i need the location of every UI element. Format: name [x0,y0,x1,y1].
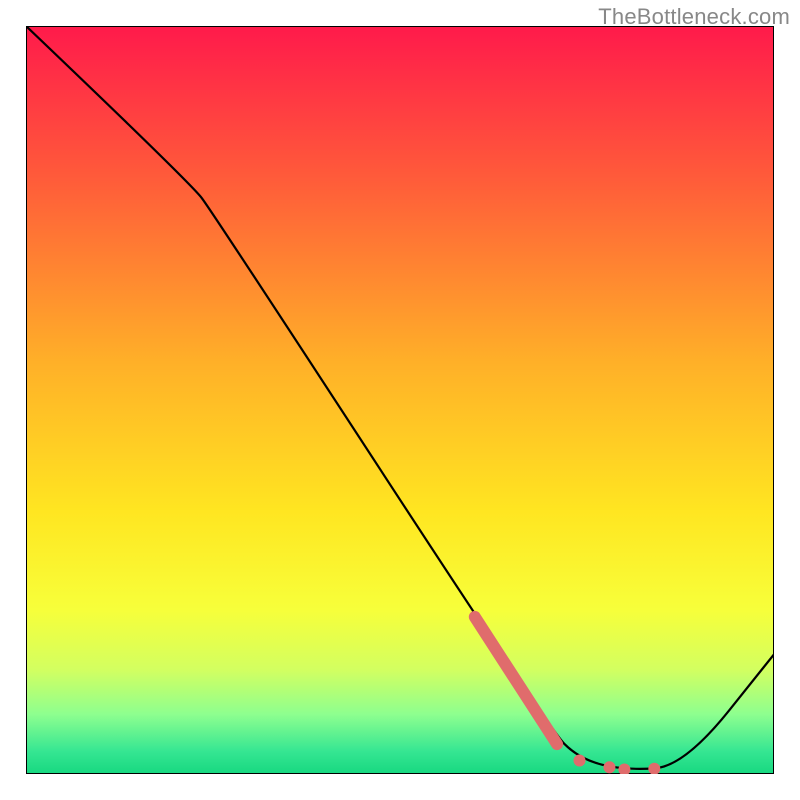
highlight-dot [603,761,615,773]
highlight-dot [574,755,586,767]
chart-frame: TheBottleneck.com [0,0,800,800]
plot-area [26,26,774,774]
gradient-background [26,26,774,774]
bottleneck-chart [26,26,774,774]
